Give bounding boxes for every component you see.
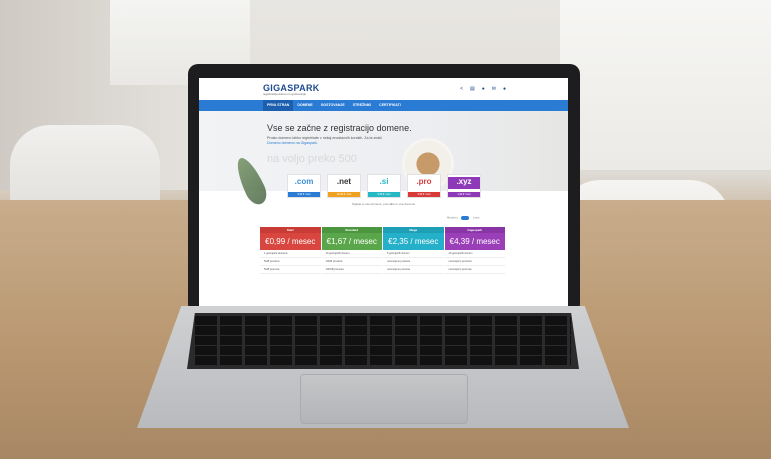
tld-name: .xyz <box>448 177 480 189</box>
laptop-screen: GIGASPARK registracija domen in gostovan… <box>199 78 568 306</box>
mail-icon[interactable]: ✉ <box>492 86 496 92</box>
share-icon[interactable]: < <box>460 86 463 92</box>
nav-item-servers[interactable]: STREŽNIKI <box>349 100 375 111</box>
plan-feature: 5 gostujočih domen <box>383 250 444 258</box>
plan-feature: 25 gostujočih domen <box>444 250 505 258</box>
plan-feature: 10 gostujočih domen <box>321 250 382 258</box>
plan-gigaspark[interactable]: Gigaspark €4,39 / mesec 25 gostujočih do… <box>444 227 506 274</box>
site-header: GIGASPARK registracija domen in gostovan… <box>199 78 568 100</box>
nav-item-domains[interactable]: DOMENE <box>293 100 316 111</box>
plan-feature: 5GB prenosa <box>260 266 321 274</box>
plan-feature: 100GB prenosa <box>321 266 382 274</box>
hero-text: Prosto domeno lahko registrirate v nekaj… <box>267 136 382 140</box>
tld-card[interactable]: .si 9,99 € / leto <box>367 174 401 198</box>
plan-price: €2,35 / mesec <box>383 233 444 250</box>
keyboard-rows <box>195 316 571 366</box>
plan-price: €4,39 / mesec <box>444 233 505 250</box>
nav-item-home[interactable]: PRVA STRAN <box>263 100 294 111</box>
plan-start[interactable]: Start €0,99 / mesec 1 gostujoča domena 5… <box>260 227 322 274</box>
user-icon[interactable]: ● <box>503 86 506 92</box>
tld-card[interactable]: .xyz 1,99 € / leto <box>447 174 481 198</box>
plant-leaf <box>231 154 271 208</box>
tld-name: .net <box>336 177 352 186</box>
pricing-plans: Start €0,99 / mesec 1 gostujoča domena 5… <box>260 227 506 274</box>
tld-price: 10,99 € / leto <box>328 192 360 197</box>
nav-item-hosting[interactable]: GOSTOVANJE <box>317 100 349 111</box>
plan-price: €1,67 / mesec <box>321 233 382 250</box>
billing-toggle[interactable]: Mesečno Letno <box>447 216 480 220</box>
tld-list: .com 9,99 € / leto .net 10,99 € / leto .… <box>287 174 481 198</box>
globe-icon[interactable]: ● <box>482 86 485 92</box>
photo-scene: GIGASPARK registracija domen in gostovan… <box>0 0 771 459</box>
cart-icon[interactable]: ▤ <box>470 86 475 92</box>
main-nav: PRVA STRAN DOMENE GOSTOVANJE STREŽNIKI C… <box>199 100 568 111</box>
plan-feature: 5GB prostora <box>260 258 321 266</box>
hero-title: Vse se začne z registracijo domene. <box>267 123 412 133</box>
site-tagline: registracija domen in gostovanje <box>263 92 307 96</box>
plan-feature: neomejeno prostora <box>383 258 444 266</box>
plan-standard[interactable]: Standard €1,67 / mesec 10 gostujočih dom… <box>321 227 383 274</box>
tld-card[interactable]: .pro 3,99 € / leto <box>407 174 441 198</box>
plan-feature: neomejeno prenosa <box>444 266 505 274</box>
tld-name: .pro <box>416 177 432 186</box>
plan-feature: 1 gostujoča domena <box>260 250 321 258</box>
toggle-switch[interactable] <box>461 216 470 220</box>
offer-line[interactable]: Oglejte si vse domene, ponudbe in vse do… <box>199 202 568 206</box>
tld-card[interactable]: .net 10,99 € / leto <box>327 174 361 198</box>
hero-count: na voljo preko 500 <box>267 153 357 165</box>
tld-price: 9,99 € / leto <box>368 192 400 197</box>
tld-name: .com <box>294 177 314 186</box>
tld-card[interactable]: .com 9,99 € / leto <box>287 174 321 198</box>
tld-price: 1,99 € / leto <box>448 192 480 197</box>
plan-price: €0,99 / mesec <box>260 233 321 250</box>
plan-feature: neomejeno prostora <box>444 258 505 266</box>
window-right <box>560 0 771 170</box>
toggle-label-yearly: Letno <box>473 216 480 220</box>
trackpad <box>300 374 468 424</box>
plan-mega[interactable]: Mega €2,35 / mesec 5 gostujočih domen ne… <box>383 227 445 274</box>
hero-link[interactable]: Domeno domeno na Gigaspark. <box>267 141 318 145</box>
tld-price: 3,99 € / leto <box>408 192 440 197</box>
toggle-label-monthly: Mesečno <box>447 216 458 220</box>
header-icons: < ▤ ● ✉ ● <box>460 86 506 92</box>
nav-item-certificates[interactable]: CERTIFIKATI <box>375 100 405 111</box>
tld-name: .si <box>379 177 389 186</box>
tld-price: 9,99 € / leto <box>288 192 320 197</box>
plan-feature: 10GB prostora <box>321 258 382 266</box>
plan-feature: neomejeno prenosa <box>383 266 444 274</box>
